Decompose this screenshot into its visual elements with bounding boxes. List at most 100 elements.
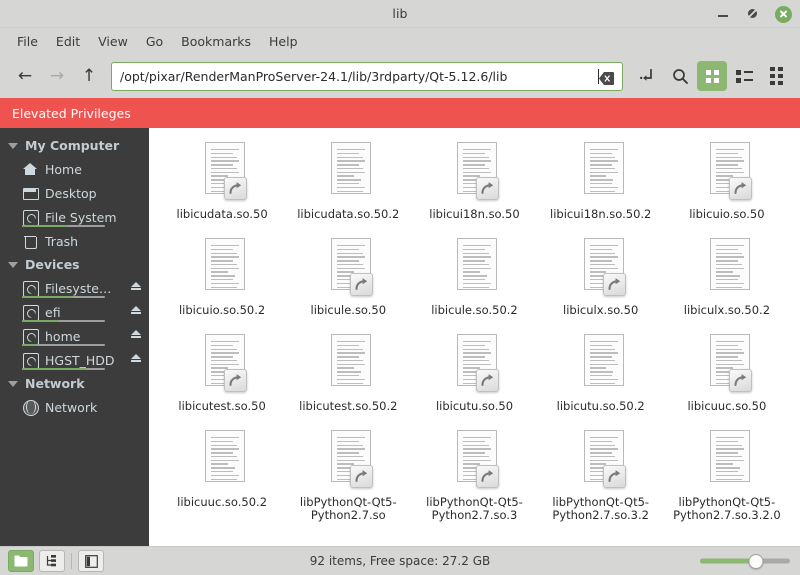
folder-view-button[interactable] — [8, 550, 34, 572]
file-item[interactable]: libicuuc.so.50 — [664, 332, 790, 428]
file-name-label: libicuio.so.50 — [689, 207, 765, 221]
file-item[interactable]: libicui18n.so.50.2 — [538, 140, 664, 236]
file-icon — [449, 334, 500, 396]
menu-file[interactable]: File — [8, 31, 47, 52]
maximize-icon[interactable] — [745, 6, 762, 23]
menu-edit[interactable]: Edit — [47, 31, 89, 52]
file-item[interactable]: libicuio.so.50 — [664, 140, 790, 236]
file-item[interactable]: libicutu.so.50 — [411, 332, 537, 428]
symlink-badge-icon — [224, 369, 248, 392]
file-item[interactable]: libPythonQt-Qt5-Python2.7.so.3.2 — [538, 428, 664, 524]
file-icon — [449, 238, 499, 300]
sidebar-group-label: Devices — [25, 257, 80, 272]
file-item[interactable]: libicutest.so.50 — [159, 332, 285, 428]
file-item[interactable]: libicutu.so.50.2 — [538, 332, 664, 428]
sidebar-group-label: Network — [25, 376, 85, 391]
sidebar-toggle-button[interactable] — [78, 550, 104, 572]
menu-help[interactable]: Help — [260, 31, 307, 52]
file-item[interactable]: libicule.so.50 — [285, 236, 411, 332]
file-icon — [197, 430, 247, 492]
minimize-icon[interactable] — [715, 6, 732, 23]
sidebar-item-efi[interactable]: efi — [0, 300, 149, 324]
file-name-label: libiculx.so.50.2 — [683, 303, 771, 317]
file-name-label: libicutu.so.50 — [435, 399, 514, 413]
compact-view-button[interactable] — [761, 61, 791, 91]
file-icon — [576, 238, 626, 300]
file-view[interactable]: libicudata.so.50 libicudata.so.50.2 libicu… — [149, 128, 800, 546]
file-icon — [576, 430, 626, 492]
zoom-slider[interactable] — [700, 553, 790, 569]
sidebar-item-trash[interactable]: Trash — [0, 229, 149, 253]
toggle-location-entry-icon[interactable] — [633, 61, 663, 91]
menu-bookmarks[interactable]: Bookmarks — [172, 31, 260, 52]
file-name-label: libicutest.so.50 — [178, 399, 266, 413]
eject-icon[interactable] — [131, 306, 141, 314]
window-body: My Computer Home Desktop File System Tra… — [0, 128, 800, 546]
toolbar: ← → ↑ /opt/pixar/RenderManProServer-24.1… — [0, 54, 800, 98]
file-item[interactable]: libicuuc.so.50.2 — [159, 428, 285, 524]
zoom-slider-knob[interactable] — [748, 553, 764, 569]
file-item[interactable]: libPythonQt-Qt5-Python2.7.so — [285, 428, 411, 524]
file-name-label: libPythonQt-Qt5-Python2.7.so — [299, 495, 397, 522]
title-bar: lib — [0, 0, 800, 28]
symlink-badge-icon — [602, 465, 626, 488]
elevated-privileges-banner: Elevated Privileges — [0, 98, 800, 128]
eject-icon[interactable] — [131, 282, 141, 290]
disk-usage-bar — [22, 295, 105, 298]
search-icon[interactable] — [665, 61, 695, 91]
file-name-label: libiculx.so.50 — [563, 303, 639, 317]
menu-view[interactable]: View — [89, 31, 137, 52]
drive-icon — [22, 280, 39, 297]
file-icon — [323, 430, 374, 492]
sidebar-item-filesystem-device[interactable]: Filesyste… — [0, 276, 149, 300]
drive-icon — [22, 328, 39, 345]
sidebar-item-desktop[interactable]: Desktop — [0, 181, 149, 205]
file-item[interactable]: libicuio.so.50.2 — [159, 236, 285, 332]
icon-view-button[interactable] — [697, 61, 727, 91]
back-button[interactable]: ← — [9, 61, 41, 91]
file-item[interactable]: libicudata.so.50 — [159, 140, 285, 236]
file-icon — [197, 238, 247, 300]
sidebar-group-devices[interactable]: Devices — [0, 253, 149, 276]
sidebar-item-file-system[interactable]: File System — [0, 205, 149, 229]
eject-icon[interactable] — [131, 354, 141, 362]
menu-go[interactable]: Go — [137, 31, 172, 52]
location-bar[interactable]: /opt/pixar/RenderManProServer-24.1/lib/3… — [111, 61, 623, 91]
status-separator — [71, 553, 72, 569]
file-item[interactable]: libPythonQt-Qt5-Python2.7.so.3.2.0 — [664, 428, 790, 524]
file-item[interactable]: libiculx.so.50.2 — [664, 236, 790, 332]
file-item[interactable]: libicule.so.50.2 — [411, 236, 537, 332]
close-icon[interactable] — [775, 5, 792, 23]
desktop-icon — [22, 185, 39, 201]
eject-icon[interactable] — [131, 330, 141, 338]
sidebar-item-label: Network — [45, 399, 98, 415]
document-icon — [457, 238, 498, 290]
up-button[interactable]: ↑ — [73, 61, 105, 91]
sidebar-item-home-device[interactable]: home — [0, 324, 149, 348]
clear-text-icon[interactable] — [599, 70, 614, 85]
file-name-label: libPythonQt-Qt5-Python2.7.so.3.2.0 — [673, 495, 781, 522]
forward-button[interactable]: → — [41, 61, 73, 91]
file-icon — [323, 334, 373, 396]
file-item[interactable]: libPythonQt-Qt5-Python2.7.so.3 — [411, 428, 537, 524]
sidebar-item-hgst-hdd[interactable]: HGST_HDD — [0, 348, 149, 372]
sidebar-group-network[interactable]: Network — [0, 372, 149, 395]
file-item[interactable]: libicudata.so.50.2 — [285, 140, 411, 236]
document-icon — [709, 238, 750, 290]
sidebar-item-home[interactable]: Home — [0, 157, 149, 181]
symlink-badge-icon — [350, 273, 374, 296]
file-item[interactable]: libiculx.so.50 — [538, 236, 664, 332]
sidebar-group-label: My Computer — [25, 138, 120, 153]
sidebar-item-label: HGST_HDD — [45, 352, 115, 368]
sidebar-group-my-computer[interactable]: My Computer — [0, 134, 149, 157]
symlink-badge-icon — [224, 177, 248, 200]
sidebar-item-network[interactable]: Network — [0, 395, 149, 419]
file-icon — [323, 238, 374, 300]
list-view-button[interactable] — [729, 61, 759, 91]
chevron-down-icon — [8, 380, 18, 387]
tree-view-button[interactable] — [39, 550, 65, 572]
path-input[interactable]: /opt/pixar/RenderManProServer-24.1/lib/3… — [120, 69, 598, 84]
file-item[interactable]: libicutest.so.50.2 — [285, 332, 411, 428]
file-item[interactable]: libicui18n.so.50 — [411, 140, 537, 236]
drive-icon — [22, 352, 39, 369]
